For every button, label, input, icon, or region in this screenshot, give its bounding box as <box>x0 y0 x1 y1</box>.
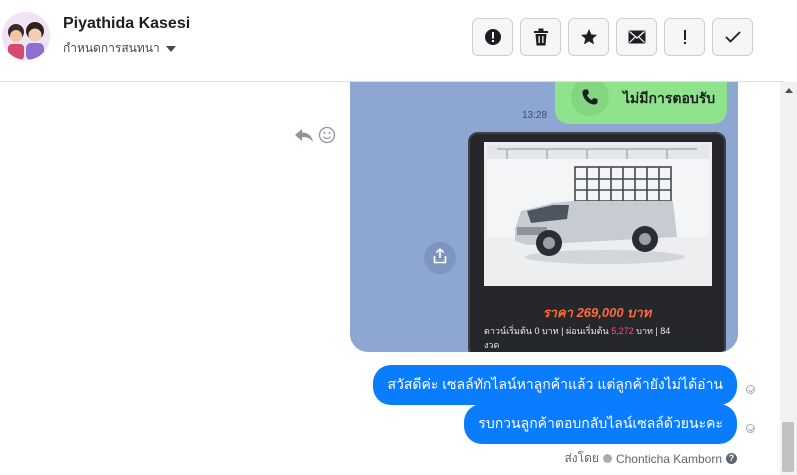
phone-icon <box>571 82 609 116</box>
mark-unread-button[interactable] <box>616 18 657 56</box>
alert-button[interactable] <box>472 18 513 56</box>
assign-label: กำหนดการสนทนา <box>63 41 160 55</box>
contact-name: Piyathida Kasesi <box>63 15 191 32</box>
message-bubble[interactable]: รบกวนลูกค้าตอบกลับไลน์เซลล์ด้วยนะคะ <box>464 404 737 444</box>
terms-suffix: บาท | 84 <box>636 326 671 336</box>
alert-icon <box>484 28 502 46</box>
message-time: 13:28 <box>522 110 548 121</box>
exclamation-icon <box>682 29 688 45</box>
finance-terms: ดาวน์เริ่มต้น 0 บาท | ผ่อนเริ่มต้น 5,272… <box>484 324 714 352</box>
sent-by-label: ส่งโดย <box>564 451 599 465</box>
image-attachment[interactable]: ไม่มีการตอบรับ 13:28 ราคา 269,000 บาท ดา… <box>350 82 738 352</box>
terms-highlight: 5,272 <box>611 326 634 336</box>
help-icon[interactable]: ? <box>726 453 737 464</box>
check-circle-icon <box>602 454 612 463</box>
share-button[interactable] <box>424 242 456 274</box>
sent-by-line: ส่งโดย Chonticha Kamborn ? <box>564 449 737 468</box>
terms-line2: งวด <box>484 340 500 350</box>
terms-prefix: ดาวน์เริ่มต้น 0 บาท | ผ่อนเริ่มต้น <box>484 326 609 336</box>
header-actions <box>472 18 753 56</box>
assign-conversation-dropdown[interactable]: กำหนดการสนทนา <box>63 39 176 58</box>
check-icon <box>724 31 741 43</box>
star-icon <box>580 28 598 46</box>
call-status-bubble: ไม่มีการตอบรับ <box>555 82 727 124</box>
star-button[interactable] <box>568 18 609 56</box>
sent-status-icon <box>746 385 755 394</box>
spam-button[interactable] <box>664 18 705 56</box>
emoji-reaction-icon[interactable] <box>318 126 336 149</box>
chevron-down-icon <box>165 45 176 52</box>
message-bubble[interactable]: สวัสดีค่ะ เซลล์ทักไลน์หาลูกค้าแล้ว แต่ลู… <box>373 365 737 405</box>
truck-photo <box>484 142 712 286</box>
avatar[interactable] <box>2 12 50 60</box>
conversation-view: Piyathida Kasesi กำหนดการสนทนา ไม่มีการต… <box>0 0 797 475</box>
sender-name[interactable]: Chonticha Kamborn <box>616 452 722 466</box>
reply-icon[interactable] <box>294 127 314 148</box>
share-icon <box>432 247 448 269</box>
scroll-up-arrow-icon[interactable] <box>785 88 793 93</box>
sent-status-icon <box>746 424 755 433</box>
message-actions <box>294 126 336 149</box>
conversation-header: Piyathida Kasesi กำหนดการสนทนา <box>0 0 785 82</box>
price-text: ราคา 269,000 บาท <box>542 305 652 320</box>
mark-done-button[interactable] <box>712 18 753 56</box>
trash-icon <box>533 28 549 46</box>
call-status-text: ไม่มีการตอบรับ <box>623 90 716 106</box>
product-card: ราคา 269,000 บาท ดาวน์เริ่มต้น 0 บาท | ผ… <box>468 132 726 352</box>
scrollbar-thumb[interactable] <box>782 422 794 472</box>
delete-button[interactable] <box>520 18 561 56</box>
scrollbar[interactable] <box>780 82 797 475</box>
envelope-icon <box>628 30 646 44</box>
